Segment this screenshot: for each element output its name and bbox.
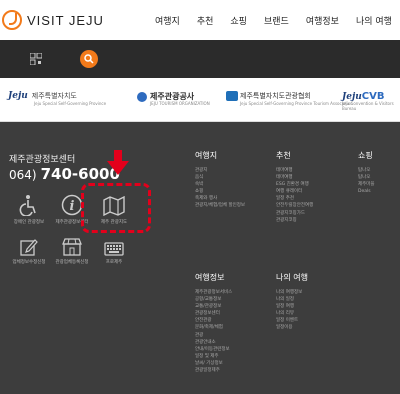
main-nav: 여행지 추천 쇼핑 브랜드 여행정보 나의 여행 <box>155 14 392 27</box>
service-label: 장애인 관광정보 <box>13 220 45 225</box>
footer-link[interactable]: 나의 여행정보 <box>276 289 308 296</box>
info-icon: i <box>61 194 83 216</box>
service-label: 관광업체등록신청 <box>55 260 89 265</box>
partner-jeju-tourism-association[interactable]: 제주특별자치도관광협회 <box>226 91 311 101</box>
site-logo[interactable]: VISIT JEJU <box>2 10 104 30</box>
footer-link[interactable]: 일정 추천 <box>276 195 313 202</box>
footer-link[interactable]: 나의 일정 <box>276 296 308 303</box>
qr-icon[interactable] <box>30 53 42 65</box>
footer-link[interactable]: 날씨/ 기상정보 <box>195 360 232 367</box>
footer-link[interactable]: 관광지 <box>195 167 245 174</box>
footer-link[interactable]: 축제와 행사 <box>195 195 245 202</box>
footer-link[interactable]: 안내/이동관련정보 <box>195 346 232 353</box>
nav-item-shopping[interactable]: 쇼핑 <box>230 14 247 27</box>
partner-subtitle: Jeju Special Self-Governing Province <box>34 101 107 106</box>
site-footer: 제주관광정보센터 064) 740-6000 장애인 관광정보 i 제주관광정보센… <box>0 122 400 394</box>
footer-column-title: 여행정보 <box>195 273 225 282</box>
footer-link[interactable]: 관광지/체험/업체 할인정보 <box>195 202 245 209</box>
footer-link[interactable]: 관광지코칭 <box>276 217 313 224</box>
footer-column-title: 여행지 <box>195 151 218 160</box>
footer-link[interactable]: 일정 여행 <box>276 303 308 310</box>
service-accessible-travel[interactable]: 장애인 관광정보 <box>9 194 49 225</box>
footer-link[interactable]: 공항/교통정보 <box>195 296 232 303</box>
wheelchair-icon <box>19 195 36 216</box>
partner-subtitle: Jeju Special Self-Governing Province Tou… <box>240 101 353 106</box>
footer-link[interactable]: ESG 친환경 여행 <box>276 181 313 188</box>
info-center-title: 제주관광정보센터 <box>9 155 76 165</box>
down-arrow-icon <box>107 150 129 175</box>
footer-link[interactable]: 문화/축제/체험 <box>195 324 232 331</box>
partner-name: 제주특별자치도 <box>31 92 77 100</box>
footer-link[interactable]: 탐나오 <box>358 167 375 174</box>
footer-link[interactable]: 안전두릴장안전여행 <box>276 202 313 209</box>
footer-column-travel-info: 여행정보 제주관광정보서비스 공항/교통정보 교통/관광정보 관광정보센터 안전… <box>195 272 232 374</box>
keyboard-icon <box>104 242 124 256</box>
footer-column-title: 쇼핑 <box>358 151 373 160</box>
footer-link[interactable]: 여행 큐레이터 <box>276 188 313 195</box>
search-button[interactable] <box>80 50 98 68</box>
phone-area-code: 064) <box>9 168 37 182</box>
jto-logo-icon <box>137 91 147 102</box>
search-bar <box>0 40 400 78</box>
footer-link[interactable]: 테마여행 <box>276 167 313 174</box>
footer-link[interactable]: 제주마을 <box>358 181 375 188</box>
partner-subtitle: JEJU TOURISM ORGANIZATION <box>150 101 210 106</box>
footer-link[interactable]: 나의 리뷰 <box>276 310 308 317</box>
footer-column-title: 추천 <box>276 151 291 160</box>
footer-link[interactable]: 관광지코칭가드 <box>276 210 313 217</box>
footer-column-travel: 여행지 관광지 음식 숙박 쇼핑 축제와 행사 관광지/체험/업체 할인정보 <box>195 150 245 210</box>
partner-brand: Jeju <box>8 91 28 101</box>
footer-link[interactable]: 관광정보센터 <box>195 310 232 317</box>
footer-link[interactable]: 탐나오 <box>358 174 375 181</box>
highlight-box <box>81 183 151 233</box>
store-icon <box>62 238 82 256</box>
footer-column-my-trip: 나의 여행 나의 여행정보 나의 일정 일정 여행 나의 리뷰 일정 이벤트 일… <box>276 272 308 332</box>
nav-item-my-trip[interactable]: 나의 여행 <box>356 14 392 27</box>
footer-link[interactable]: 제주관광정보서비스 <box>195 289 232 296</box>
footer-link[interactable]: 일정 이벤트 <box>276 317 308 324</box>
logo-text: VISIT JEJU <box>27 12 104 28</box>
footer-link[interactable]: 일정 및 제주 <box>195 353 232 360</box>
service-label: 프로제주 <box>105 260 123 265</box>
nav-item-brand[interactable]: 브랜드 <box>264 14 289 27</box>
partner-logos: Jeju 제주특별자치도 Jeju Special Self-Governing… <box>0 78 400 122</box>
footer-link[interactable]: 쇼핑 <box>195 188 245 195</box>
edit-icon <box>20 239 38 256</box>
partner-brand: Jeju <box>342 91 362 102</box>
visit-jeju-logo-icon <box>2 10 22 30</box>
footer-link[interactable]: Deals <box>358 188 375 195</box>
svg-text:i: i <box>70 199 75 214</box>
footer-link[interactable]: 관광 <box>195 332 232 339</box>
footer-link[interactable]: 안전관광 <box>195 317 232 324</box>
jta-logo-icon <box>226 91 238 101</box>
service-register-business[interactable]: 관광업체등록신청 <box>52 234 92 265</box>
service-label: 업체정보수정신청 <box>12 260 46 265</box>
partner-name: 제주특별자치도관광협회 <box>240 92 311 100</box>
footer-link[interactable]: 일정이용 <box>276 324 308 331</box>
footer-link[interactable]: 테마여행 <box>276 174 313 181</box>
footer-link[interactable]: 관광일정제주 <box>195 367 232 374</box>
partner-jeju-province[interactable]: Jeju 제주특별자치도 <box>8 91 77 101</box>
service-edit-business-info[interactable]: 업체정보수정신청 <box>9 234 49 265</box>
footer-column-title: 나의 여행 <box>276 273 308 282</box>
footer-column-recommend: 추천 테마여행 테마여행 ESG 친환경 여행 여행 큐레이터 일정 추천 안전… <box>276 150 313 224</box>
nav-item-travel-info[interactable]: 여행정보 <box>306 14 339 27</box>
footer-link[interactable]: 교통/관광정보 <box>195 303 232 310</box>
service-pro-jeju[interactable]: 프로제주 <box>94 234 134 265</box>
nav-item-recommend[interactable]: 추천 <box>197 14 214 27</box>
footer-link[interactable]: 음식 <box>195 174 245 181</box>
footer-link[interactable]: 관광안내소 <box>195 339 232 346</box>
info-center-phone[interactable]: 064) 740-6000 <box>9 165 120 183</box>
footer-column-shopping: 쇼핑 탐나오 탐나오 제주마을 Deals <box>358 150 375 195</box>
partner-subtitle: Jeju Convention & Visitors Bureau <box>342 101 394 111</box>
footer-link[interactable]: 숙박 <box>195 181 245 188</box>
nav-item-travel[interactable]: 여행지 <box>155 14 180 27</box>
search-icon <box>84 54 94 64</box>
site-header: VISIT JEJU 여행지 추천 쇼핑 브랜드 여행정보 나의 여행 <box>0 0 400 40</box>
